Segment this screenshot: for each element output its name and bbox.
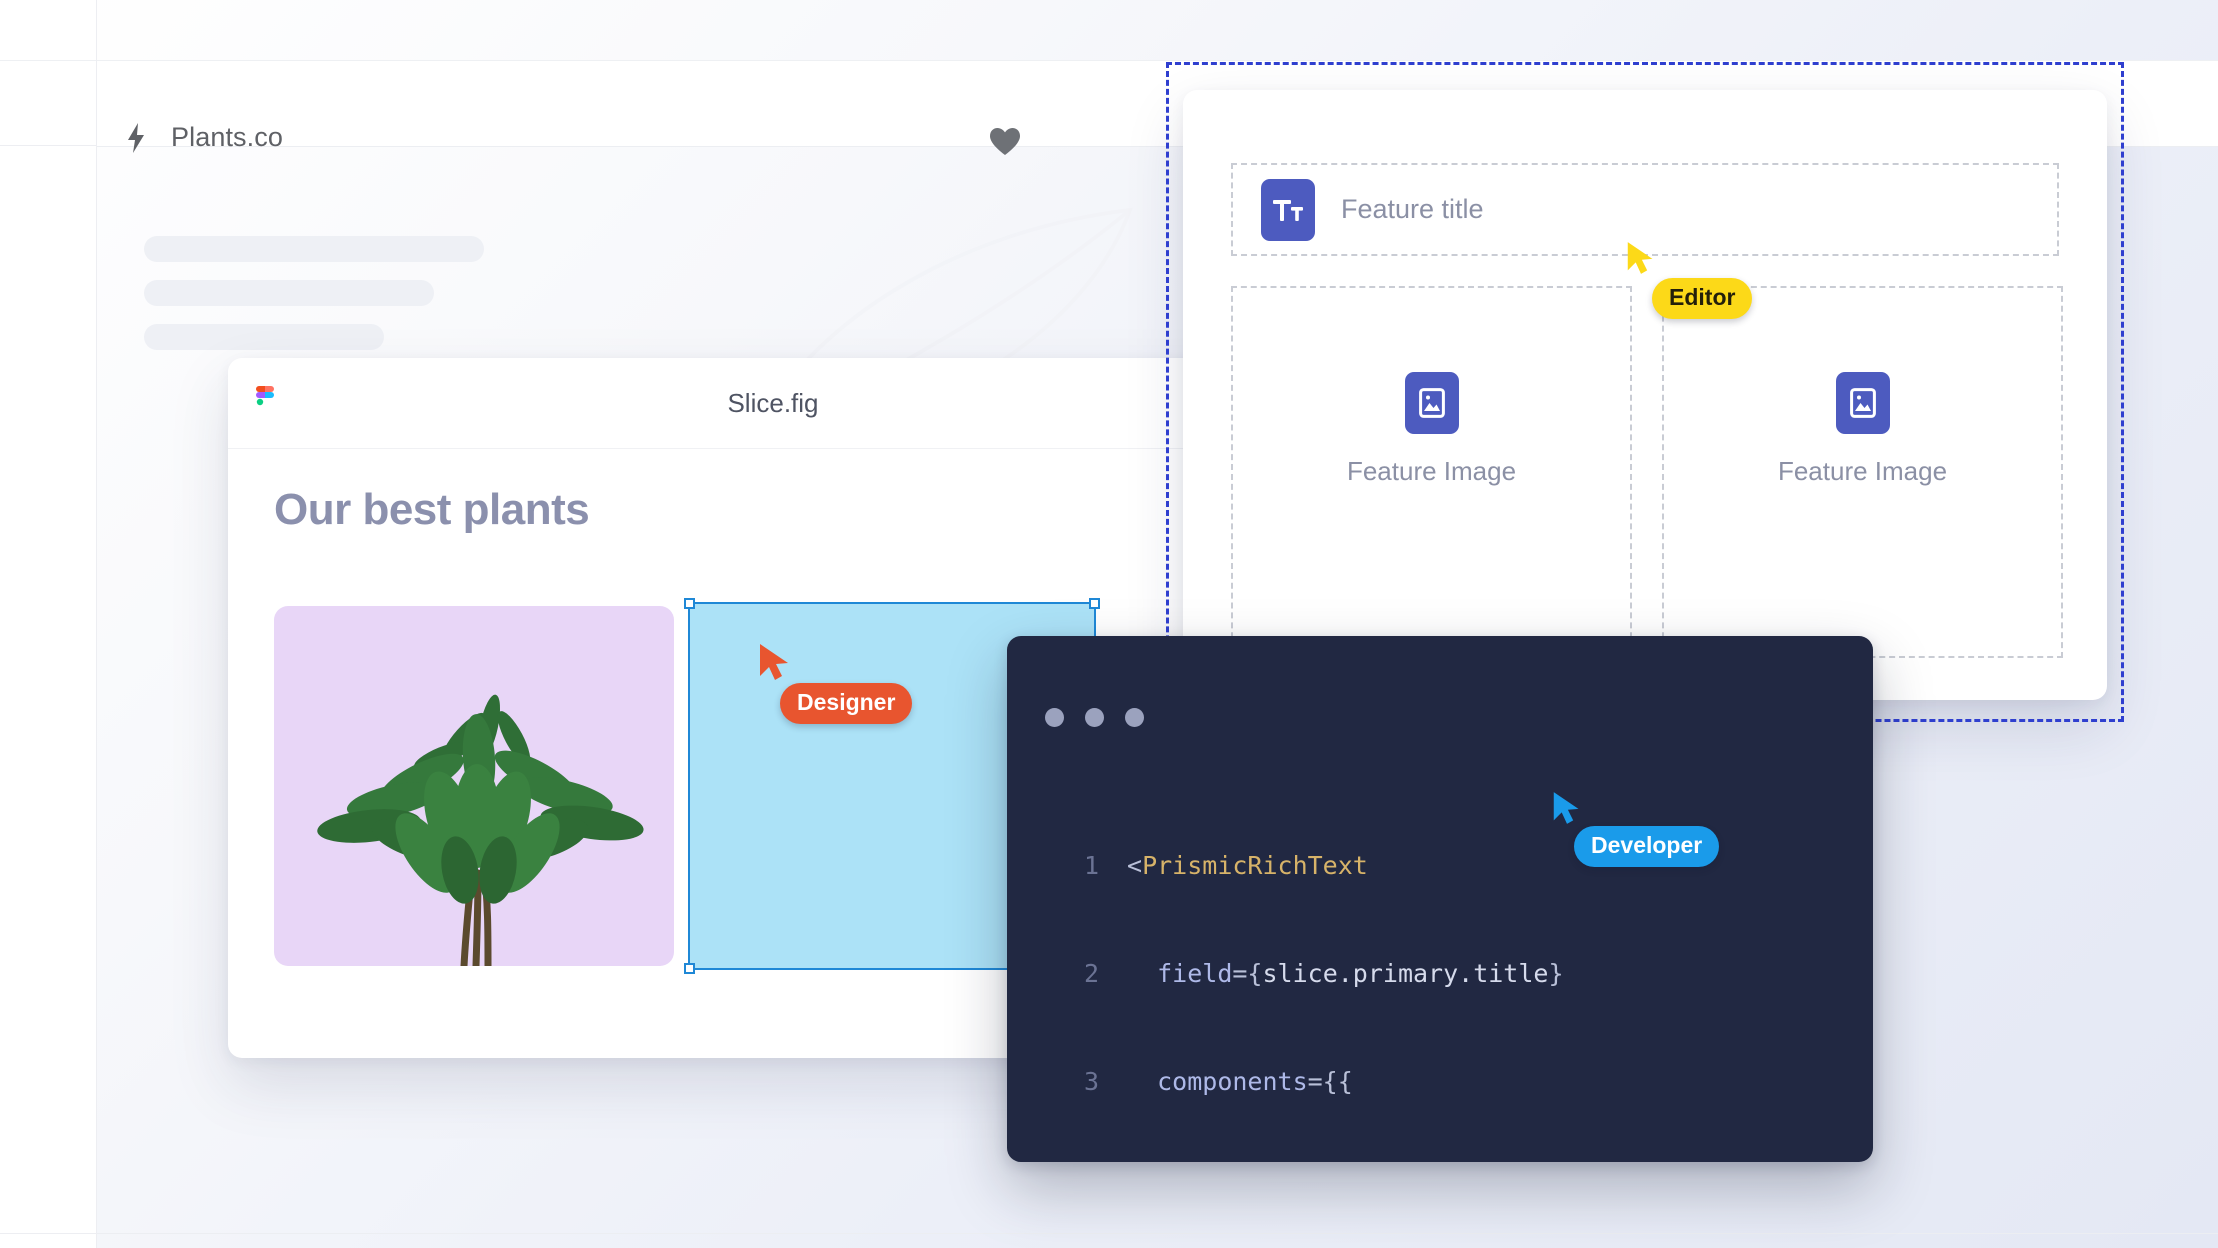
- feature-image-label: Feature Image: [1346, 455, 1517, 486]
- text-title-icon: [1261, 178, 1315, 241]
- resize-handle-top-left[interactable]: [684, 598, 695, 609]
- page-bottom-divider: [96, 1233, 2218, 1234]
- cursor-pointer-icon: [1553, 792, 1579, 824]
- image-placeholder-icon: [1835, 371, 1890, 434]
- site-content-skeleton: [96, 146, 1066, 386]
- sidebar-divider-bottom: [0, 1233, 96, 1234]
- figma-titlebar: Slice.fig: [228, 358, 1318, 449]
- cursor-label: Editor: [1652, 278, 1753, 319]
- line-number: 2: [1083, 959, 1099, 988]
- cursor-label: Developer: [1574, 826, 1720, 867]
- close-window-dot[interactable]: [1045, 708, 1064, 727]
- cursor-editor: Editor: [1626, 240, 1753, 319]
- maximize-window-dot[interactable]: [1125, 708, 1144, 727]
- sidebar-divider-top: [0, 60, 96, 61]
- cursor-pointer-icon: [760, 644, 788, 680]
- feature-image-slot-1[interactable]: Feature Image: [1231, 286, 1632, 658]
- cursor-pointer-icon: [1627, 242, 1653, 274]
- figma-logo-icon: [256, 386, 280, 422]
- minimize-window-dot[interactable]: [1085, 708, 1104, 727]
- code-editor-window[interactable]: 1 <PrismicRichText 2 field={slice.primar…: [1007, 636, 1873, 1162]
- code-line: 1 <PrismicRichText: [1007, 848, 1873, 884]
- plant-image-card[interactable]: [274, 606, 674, 966]
- feature-title-placeholder: Feature title: [1341, 194, 1484, 224]
- cursor-developer: Developer: [1552, 790, 1720, 867]
- heart-icon[interactable]: [990, 128, 1020, 156]
- slice-editor-panel[interactable]: Feature title Feature Image Feature Imag…: [1183, 90, 2107, 700]
- code-content[interactable]: 1 <PrismicRichText 2 field={slice.primar…: [1007, 776, 1873, 1162]
- site-brand-name: Plants.co: [171, 122, 283, 152]
- screenshot-root: Plants.co Slice.fig Our best plants Feat…: [0, 0, 2218, 1248]
- code-line: 3 components={{: [1007, 1064, 1873, 1100]
- site-left-sidebar: [0, 0, 97, 1248]
- lightning-bolt-icon: [125, 122, 147, 153]
- skeleton-line: [144, 324, 384, 350]
- feature-image-row: Feature Image Feature Image: [1231, 286, 2063, 658]
- line-number: 1: [1083, 851, 1099, 880]
- cursor-designer: Designer: [758, 642, 913, 724]
- skeleton-line: [144, 236, 484, 262]
- image-placeholder-icon: [1404, 371, 1459, 434]
- cursor-label: Designer: [780, 683, 913, 724]
- skeleton-line: [144, 280, 434, 306]
- sidebar-divider-mid: [0, 145, 96, 146]
- figma-window-title: Slice.fig: [727, 387, 819, 418]
- window-traffic-lights[interactable]: [1045, 708, 1144, 727]
- feature-image-slot-2[interactable]: Feature Image: [1662, 286, 2063, 658]
- resize-handle-bottom-left[interactable]: [684, 963, 695, 974]
- resize-handle-top-right[interactable]: [1089, 598, 1100, 609]
- money-tree-plant-image: [317, 694, 644, 966]
- feature-image-label: Feature Image: [1777, 455, 1948, 486]
- code-line: 2 field={slice.primary.title}: [1007, 956, 1873, 992]
- canvas-heading: Our best plants: [274, 485, 590, 534]
- line-number: 3: [1083, 1067, 1099, 1096]
- site-brand[interactable]: Plants.co: [125, 122, 283, 153]
